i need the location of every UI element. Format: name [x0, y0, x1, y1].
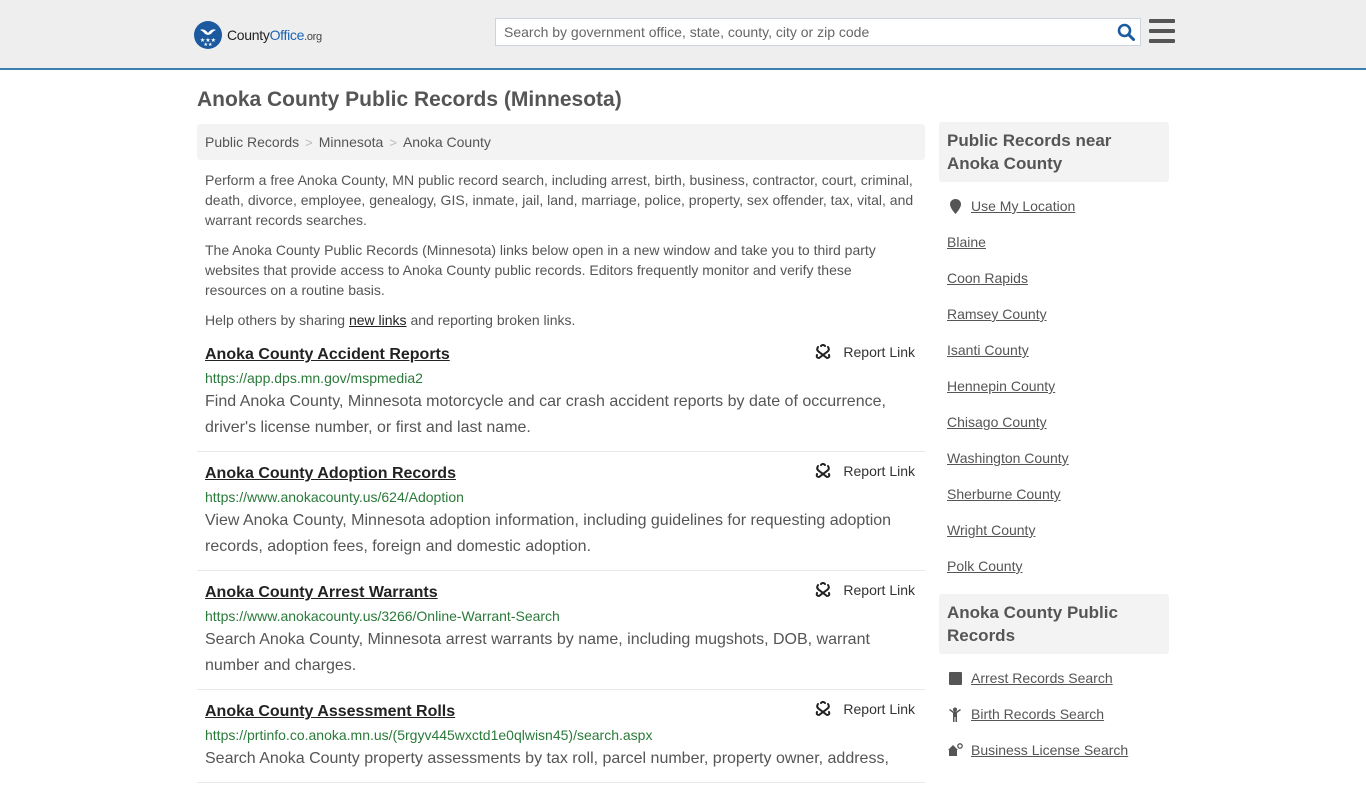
broken-link-icon [816, 463, 831, 479]
nearby-item: Blaine [947, 232, 1161, 268]
record-title-link[interactable]: Anoka County Adoption Records [205, 461, 456, 487]
hamburger-menu-icon[interactable] [1149, 19, 1175, 43]
logo-county: County [227, 27, 270, 43]
nearby-item: Hennepin County [947, 376, 1161, 412]
nearby-link-coon-rapids[interactable]: Coon Rapids [947, 268, 1028, 288]
records-list: Anoka County Accident Reports Report Lin… [197, 340, 925, 783]
record-item: Anoka County Arrest Warrants Report Link… [197, 578, 925, 690]
breadcrumb-anoka-county[interactable]: Anoka County [403, 134, 491, 150]
record-item: Anoka County Accident Reports Report Lin… [197, 340, 925, 452]
report-link-label: Report Link [843, 582, 915, 598]
categories-heading: Anoka County Public Records [939, 594, 1169, 654]
intro-p3-text: Help others by sharing [205, 312, 349, 328]
nearby-link-washington-county[interactable]: Washington County [947, 448, 1069, 468]
nearby-link-chisago-county[interactable]: Chisago County [947, 412, 1047, 432]
site-search [495, 18, 1141, 46]
nearby-list: Use My Location Blaine Coon Rapids Ramse… [939, 196, 1169, 592]
nearby-link-polk-county[interactable]: Polk County [947, 556, 1022, 576]
arrest-records-search-link[interactable]: Arrest Records Search [971, 668, 1113, 688]
business-license-search-link[interactable]: Business License Search [971, 740, 1128, 760]
category-item: Arrest Records Search [947, 668, 1161, 704]
intro-paragraph-2: The Anoka County Public Records (Minneso… [205, 242, 876, 298]
report-link-button[interactable]: Report Link [815, 582, 915, 598]
nearby-link-hennepin-county[interactable]: Hennepin County [947, 376, 1055, 396]
intro-text: Perform a free Anoka County, MN public r… [197, 170, 925, 330]
nearby-link-wright-county[interactable]: Wright County [947, 520, 1035, 540]
nearby-item: Washington County [947, 448, 1161, 484]
categories-list: Arrest Records Search Birth Records Sear… [939, 668, 1169, 776]
record-description: Search Anoka County, Minnesota arrest wa… [205, 631, 870, 674]
square-icon [947, 668, 963, 688]
child-icon [947, 704, 963, 724]
breadcrumb-public-records[interactable]: Public Records [205, 134, 299, 150]
report-link-label: Report Link [843, 463, 915, 479]
use-my-location-item: Use My Location [947, 196, 1161, 232]
broken-link-icon [816, 344, 831, 360]
main-content: Public Records > Minnesota > Anoka Count… [197, 124, 925, 790]
nearby-link-isanti-county[interactable]: Isanti County [947, 340, 1029, 360]
intro-paragraph-3: Help others by sharing new links and rep… [205, 310, 917, 330]
breadcrumb-separator: > [305, 134, 313, 150]
menu-bar [1149, 39, 1175, 43]
record-item: Anoka County Adoption Records Report Lin… [197, 459, 925, 571]
use-my-location-link[interactable]: Use My Location [971, 196, 1075, 216]
site-logo[interactable]: ★★★ ★★ CountyOffice.org [194, 21, 322, 49]
nearby-link-sherburne-county[interactable]: Sherburne County [947, 484, 1061, 504]
breadcrumb-minnesota[interactable]: Minnesota [319, 134, 384, 150]
report-link-button[interactable]: Report Link [815, 701, 915, 717]
record-url[interactable]: https://www.anokacounty.us/624/Adoption [205, 487, 917, 507]
site-header: ★★★ ★★ CountyOffice.org [0, 0, 1366, 70]
eagle-stars-logo-icon: ★★★ ★★ [194, 21, 222, 49]
category-item: Birth Records Search [947, 704, 1161, 740]
nearby-item: Coon Rapids [947, 268, 1161, 304]
broken-link-icon [816, 701, 831, 717]
logo-org: .org [304, 31, 322, 43]
nearby-link-blaine[interactable]: Blaine [947, 232, 986, 252]
record-url[interactable]: https://app.dps.mn.gov/mspmedia2 [205, 368, 917, 388]
search-input[interactable] [496, 19, 1112, 45]
report-link-label: Report Link [843, 701, 915, 717]
intro-p3-text-end: and reporting broken links. [406, 312, 576, 328]
record-description: Search Anoka County property assessments… [205, 750, 889, 767]
search-button[interactable] [1112, 19, 1140, 45]
category-item: Business License Search [947, 740, 1161, 776]
nearby-item: Polk County [947, 556, 1161, 592]
logo-office: Office [269, 27, 305, 43]
report-link-button[interactable]: Report Link [815, 344, 915, 360]
breadcrumb-separator: > [389, 134, 397, 150]
record-url[interactable]: https://www.anokacounty.us/3266/Online-W… [205, 606, 917, 626]
record-item: Anoka County Assessment Rolls Report Lin… [197, 697, 925, 783]
record-url[interactable]: https://prtinfo.co.anoka.mn.us/(5rgyv445… [205, 725, 917, 745]
sidebar: Public Records near Anoka County Use My … [939, 122, 1169, 776]
broken-link-icon [816, 582, 831, 598]
nearby-item: Wright County [947, 520, 1161, 556]
record-title-link[interactable]: Anoka County Arrest Warrants [205, 580, 438, 606]
map-marker-icon [947, 196, 963, 216]
page-title: Anoka County Public Records (Minnesota) [197, 88, 622, 111]
record-title-link[interactable]: Anoka County Accident Reports [205, 342, 450, 368]
new-links-link[interactable]: new links [349, 312, 407, 328]
report-link-button[interactable]: Report Link [815, 463, 915, 479]
svg-text:★★: ★★ [204, 42, 213, 46]
business-cog-icon [947, 740, 963, 760]
logo-wordmark: CountyOffice.org [227, 27, 322, 43]
menu-bar [1149, 19, 1175, 23]
nearby-item: Ramsey County [947, 304, 1161, 340]
nearby-heading: Public Records near Anoka County [939, 122, 1169, 182]
nearby-item: Sherburne County [947, 484, 1161, 520]
record-description: Find Anoka County, Minnesota motorcycle … [205, 393, 886, 436]
breadcrumb: Public Records > Minnesota > Anoka Count… [197, 124, 925, 160]
nearby-link-ramsey-county[interactable]: Ramsey County [947, 304, 1047, 324]
record-title-link[interactable]: Anoka County Assessment Rolls [205, 699, 455, 725]
nearby-item: Isanti County [947, 340, 1161, 376]
nearby-item: Chisago County [947, 412, 1161, 448]
birth-records-search-link[interactable]: Birth Records Search [971, 704, 1104, 724]
menu-bar [1149, 29, 1175, 33]
search-icon [1117, 23, 1135, 41]
record-description: View Anoka County, Minnesota adoption in… [205, 512, 892, 555]
intro-paragraph-1: Perform a free Anoka County, MN public r… [205, 172, 914, 228]
report-link-label: Report Link [843, 344, 915, 360]
